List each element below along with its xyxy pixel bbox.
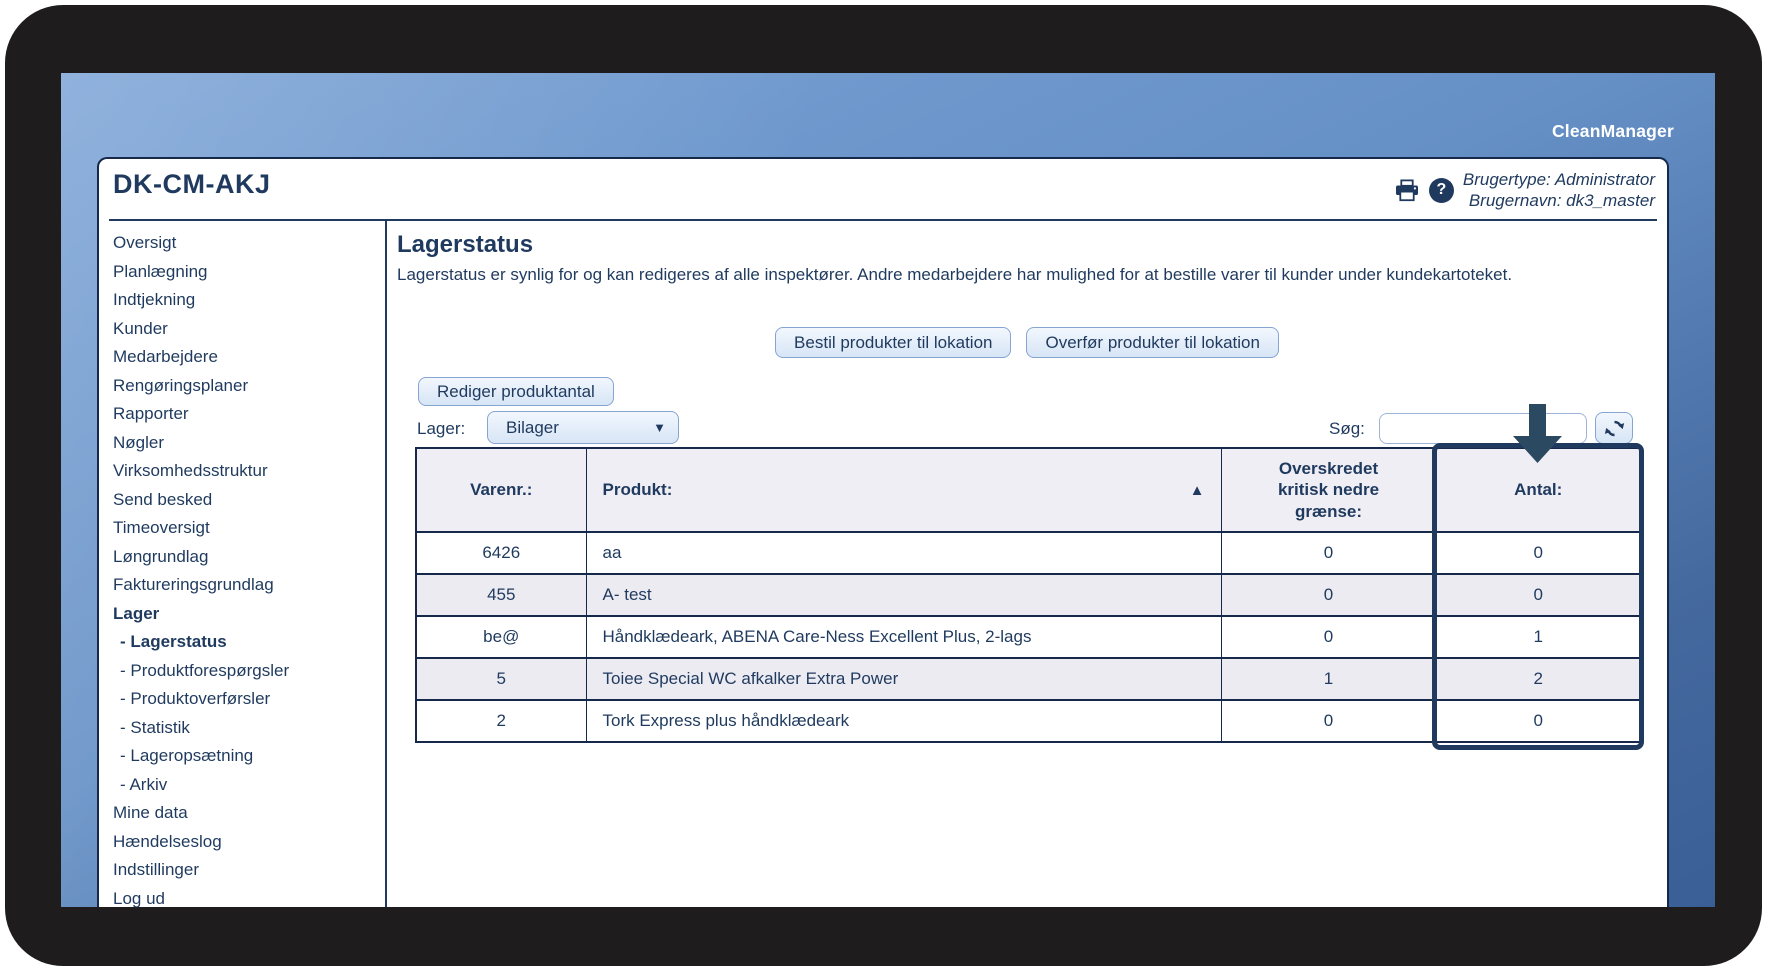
chevron-down-icon: ▼ — [653, 420, 666, 435]
app-window: DK-CM-AKJ ? Brugertype: Administrator Br… — [97, 157, 1669, 908]
page-description: Lagerstatus er synlig for og kan rediger… — [397, 265, 1513, 284]
column-header-overskredet-kritisk-nedre-graense[interactable]: Overskredet kritisk nedre grænse: — [1220, 447, 1437, 533]
table-row: be@ Håndklædeark, ABENA Care-Ness Excelle… — [415, 615, 1642, 659]
cell-antal: 0 — [1435, 531, 1642, 575]
user-info: Brugertype: Administrator Brugernavn: dk… — [1463, 169, 1655, 211]
column-label: Overskredet kritisk nedre grænse: — [1277, 459, 1380, 521]
refresh-icon — [1604, 420, 1624, 436]
cell-produkt: A- test — [585, 573, 1222, 617]
page-title: Lagerstatus — [397, 231, 534, 258]
sidebar-item-noegler[interactable]: Nøgler — [113, 429, 381, 458]
account-title: DK-CM-AKJ — [113, 169, 271, 199]
cell-varenr: 2 — [415, 699, 587, 743]
column-label: Varenr.: — [470, 480, 533, 500]
sidebar-item-rapporter[interactable]: Rapporter — [113, 400, 381, 429]
lager-select-value: Bilager — [506, 417, 559, 437]
column-label: Produkt: — [602, 480, 673, 499]
cell-produkt: Toiee Special WC afkalker Extra Power — [585, 657, 1222, 701]
column-header-varenr[interactable]: Varenr.: — [415, 447, 587, 533]
sidebar-item-faktureringsgrundlag[interactable]: Faktureringsgrundlag — [113, 571, 381, 600]
sidebar-item-log-ud[interactable]: Log ud — [113, 885, 381, 914]
cell-produkt: Tork Express plus håndklædeark — [585, 699, 1222, 743]
sidebar-item-lageropsaetning[interactable]: - Lageropsætning — [120, 742, 381, 771]
sidebar-item-produktoverfoersler[interactable]: - Produktoverførsler — [120, 685, 381, 714]
cell-overskredet: 0 — [1220, 699, 1437, 743]
main-content: Lagerstatus Lagerstatus er synlig for og… — [387, 221, 1667, 907]
pointer-down-arrow — [1513, 404, 1562, 463]
header-right: ? Brugertype: Administrator Brugernavn: … — [1394, 169, 1655, 211]
help-icon[interactable]: ? — [1428, 177, 1454, 203]
sidebar-item-rengoeringsplaner[interactable]: Rengøringsplaner — [113, 372, 381, 401]
cell-antal: 0 — [1435, 699, 1642, 743]
sidebar-item-send-besked[interactable]: Send besked — [113, 486, 381, 515]
sidebar-item-indtjekning[interactable]: Indtjekning — [113, 286, 381, 315]
cell-antal: 0 — [1435, 573, 1642, 617]
cell-varenr: 5 — [415, 657, 587, 701]
sidebar: Oversigt Planlægning Indtjekning Kunder Meda… — [113, 229, 381, 913]
sidebar-item-lagerstatus[interactable]: - Lagerstatus — [120, 628, 381, 657]
sidebar-item-timeoversigt[interactable]: Timeoversigt — [113, 514, 381, 543]
table-row: 455 A- test 0 0 — [415, 573, 1642, 617]
refresh-button[interactable] — [1595, 412, 1633, 444]
action-buttons: Bestil produkter til lokation Overfør pr… — [387, 327, 1667, 358]
cell-produkt: Håndklædeark, ABENA Care-Ness Excellent … — [585, 615, 1222, 659]
lagerstatus-table: Varenr.: Produkt: ▲ Overskredet kritisk ned… — [415, 447, 1642, 743]
cell-overskredet: 1 — [1220, 657, 1437, 701]
cell-varenr: be@ — [415, 615, 587, 659]
cell-overskredet: 0 — [1220, 573, 1437, 617]
sidebar-item-loengrundlag[interactable]: Løngrundlag — [113, 543, 381, 572]
column-header-produkt[interactable]: Produkt: ▲ — [585, 447, 1222, 533]
table-row: 2 Tork Express plus håndklædeark 0 0 — [415, 699, 1642, 743]
sort-ascending-icon: ▲ — [1189, 481, 1205, 499]
cell-produkt: aa — [585, 531, 1222, 575]
cell-antal: 2 — [1435, 657, 1642, 701]
sidebar-item-virksomhedsstruktur[interactable]: Virksomhedsstruktur — [113, 457, 381, 486]
overfoer-produkter-button[interactable]: Overfør produkter til lokation — [1026, 327, 1279, 358]
lager-select[interactable]: Bilager ▼ — [487, 411, 679, 444]
sidebar-item-lager[interactable]: Lager — [113, 600, 381, 629]
cell-varenr: 455 — [415, 573, 587, 617]
user-name-label: Brugernavn: dk3_master — [1468, 191, 1655, 210]
bestil-produkter-button[interactable]: Bestil produkter til lokation — [775, 327, 1012, 358]
cell-overskredet: 0 — [1220, 615, 1437, 659]
table-row: 6426 aa 0 0 — [415, 531, 1642, 575]
cleanmanager-logo: CleanManager — [1551, 121, 1674, 141]
cell-antal: 1 — [1435, 615, 1642, 659]
sorted-header: Produkt: ▲ — [603, 480, 1205, 500]
sidebar-item-oversigt[interactable]: Oversigt — [113, 229, 381, 258]
print-icon[interactable] — [1394, 178, 1420, 202]
sidebar-item-haendelseslog[interactable]: Hændelseslog — [113, 828, 381, 857]
sidebar-item-statistik[interactable]: - Statistik — [120, 714, 381, 743]
table-header-row: Varenr.: Produkt: ▲ Overskredet kritisk ned… — [415, 447, 1642, 533]
sidebar-item-medarbejdere[interactable]: Medarbejdere — [113, 343, 381, 372]
user-type-label: Brugertype: Administrator — [1462, 170, 1655, 189]
sidebar-item-planlaegning[interactable]: Planlægning — [113, 258, 381, 287]
table-row: 5 Toiee Special WC afkalker Extra Power 1 2 — [415, 657, 1642, 701]
app-background: CleanManager DK-CM-AKJ ? Brugertype: Adm… — [61, 73, 1715, 908]
cell-overskredet: 0 — [1220, 531, 1437, 575]
lagerstatus-table-wrap: Varenr.: Produkt: ▲ Overskredet kritisk ned… — [415, 447, 1642, 743]
sidebar-item-arkiv[interactable]: - Arkiv — [120, 771, 381, 800]
sidebar-item-indstillinger[interactable]: Indstillinger — [113, 856, 381, 885]
lager-label: Lager: — [417, 419, 466, 438]
cell-varenr: 6426 — [415, 531, 587, 575]
screenshot-canvas: CleanManager DK-CM-AKJ ? Brugertype: Adm… — [0, 0, 1767, 971]
search-label: Søg: — [1329, 419, 1365, 438]
sidebar-item-kunder[interactable]: Kunder — [113, 315, 381, 344]
sidebar-item-produktforespoergsler[interactable]: - Produktforespørgsler — [120, 657, 381, 686]
sidebar-item-mine-data[interactable]: Mine data — [113, 799, 381, 828]
window-frame: CleanManager DK-CM-AKJ ? Brugertype: Adm… — [5, 5, 1762, 966]
rediger-produktantal-button[interactable]: Rediger produktantal — [418, 377, 614, 406]
column-label: Antal: — [1514, 480, 1563, 500]
